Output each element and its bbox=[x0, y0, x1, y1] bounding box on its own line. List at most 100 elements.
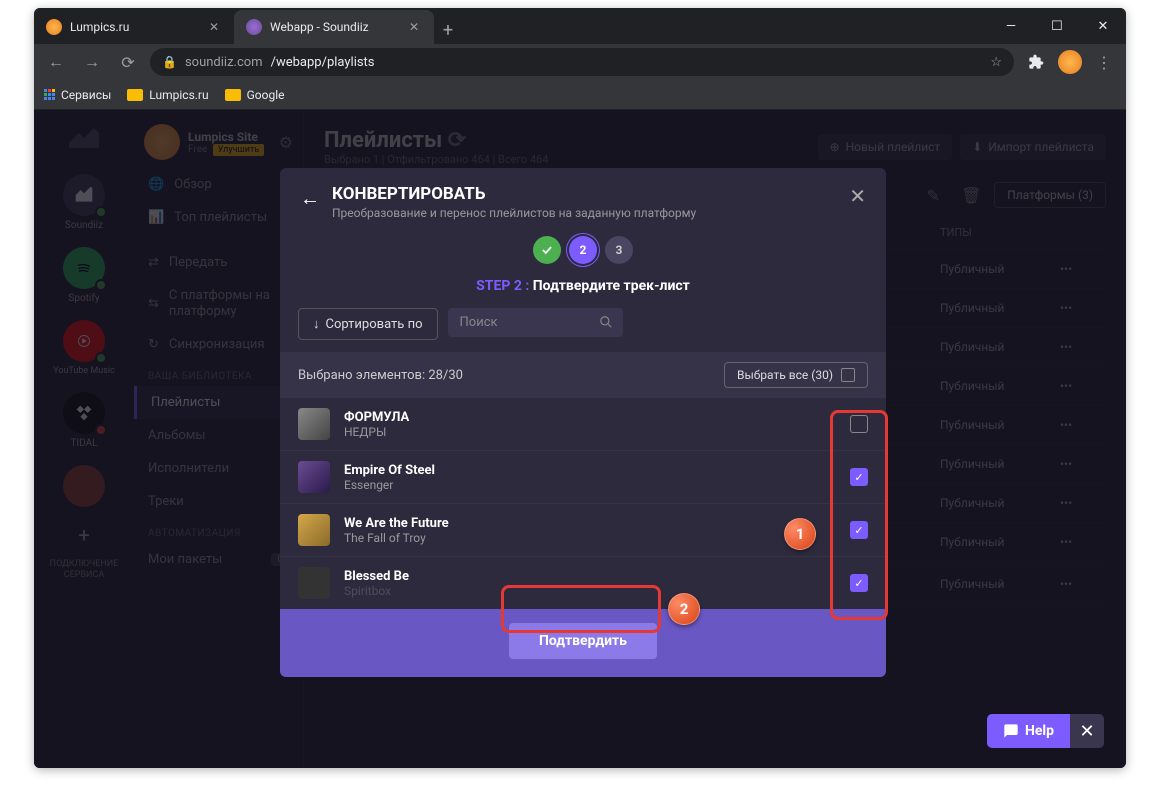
more-icon[interactable]: ••• bbox=[1060, 577, 1100, 591]
help-close-button[interactable]: ✕ bbox=[1070, 714, 1104, 748]
more-icon[interactable]: ••• bbox=[1060, 379, 1100, 393]
type-cell: Публичный bbox=[940, 457, 1060, 471]
type-cell: Публичный bbox=[940, 496, 1060, 510]
sidebar-platform-to-platform[interactable]: ⇆С платформы на платформу bbox=[134, 279, 303, 328]
menu-icon[interactable]: ⋮ bbox=[1090, 48, 1118, 76]
select-all-button[interactable]: Выбрать все (30) bbox=[724, 362, 868, 388]
platforms-filter[interactable]: Платформы (3) bbox=[994, 182, 1106, 208]
track-row[interactable]: Empire Of Steel Essenger ✓ bbox=[280, 451, 886, 504]
maximize-button[interactable]: ☐ bbox=[1034, 8, 1080, 44]
bookmark-google[interactable]: Google bbox=[225, 88, 285, 102]
rail-spotify[interactable]: Spotify bbox=[34, 241, 134, 310]
sidebar-top-playlists[interactable]: 📊Топ плейлисты bbox=[134, 201, 303, 234]
track-artwork bbox=[298, 461, 330, 493]
track-checkbox[interactable]: ✓ bbox=[850, 574, 868, 592]
track-title: Empire Of Steel bbox=[344, 463, 850, 478]
rail-soundiiz[interactable]: Soundiiz bbox=[34, 168, 134, 237]
soundiiz-icon bbox=[63, 174, 105, 216]
type-cell: Публичный bbox=[940, 577, 1060, 591]
service-icon bbox=[63, 465, 105, 507]
step-1-done bbox=[533, 236, 561, 264]
sidebar-label: Обзор bbox=[174, 177, 211, 192]
more-icon[interactable]: ••• bbox=[1060, 418, 1100, 432]
more-icon[interactable]: ••• bbox=[1060, 496, 1100, 510]
folder-icon bbox=[127, 89, 143, 101]
profile-avatar[interactable] bbox=[1058, 50, 1082, 74]
more-icon[interactable]: ••• bbox=[1060, 535, 1100, 549]
track-artist: Essenger bbox=[344, 478, 850, 492]
sidebar-albums[interactable]: Альбомы bbox=[134, 419, 303, 452]
globe-icon: 🌐 bbox=[148, 177, 164, 192]
rail-youtube-music[interactable]: YouTube Music bbox=[34, 314, 134, 382]
close-icon[interactable]: ✕ bbox=[406, 19, 422, 35]
edit-icon[interactable]: ✎ bbox=[918, 180, 948, 210]
forward-button[interactable]: → bbox=[78, 48, 106, 76]
more-icon[interactable]: ••• bbox=[1060, 340, 1100, 354]
sidebar-tracks[interactable]: Треки bbox=[134, 485, 303, 518]
browser-window: Lumpics.ru ✕ Webapp - Soundiiz ✕ + ― ☐ ✕… bbox=[34, 8, 1126, 768]
tab-soundiiz[interactable]: Webapp - Soundiiz ✕ bbox=[234, 10, 434, 44]
minimize-button[interactable]: ― bbox=[988, 8, 1034, 44]
step-3-pending: 3 bbox=[605, 236, 633, 264]
status-badge bbox=[95, 206, 107, 218]
tab-lumpics[interactable]: Lumpics.ru ✕ bbox=[34, 10, 234, 44]
sidebar-batches[interactable]: Мои пакеты0 bbox=[134, 543, 303, 576]
track-checkbox[interactable]: ✓ bbox=[850, 468, 868, 486]
sidebar-playlists[interactable]: Плейлисты bbox=[134, 386, 303, 419]
gear-icon[interactable]: ⚙ bbox=[279, 133, 293, 152]
sidebar-sync[interactable]: ↻Синхронизация bbox=[134, 328, 303, 361]
sidebar-label: Передать bbox=[169, 255, 228, 270]
sidebar-overview[interactable]: 🌐 Обзор bbox=[134, 168, 303, 201]
reload-button[interactable]: ⟳ bbox=[114, 48, 142, 76]
rail-tidal[interactable]: TIDAL bbox=[34, 386, 134, 455]
new-tab-button[interactable]: + bbox=[434, 16, 462, 44]
bookmark-apps[interactable]: Сервисы bbox=[44, 88, 111, 102]
close-window-button[interactable]: ✕ bbox=[1080, 8, 1126, 44]
track-artist: Spiritbox bbox=[344, 584, 850, 598]
soundiiz-app: Soundiiz Spotify YouTube Music bbox=[34, 110, 1126, 768]
help-button[interactable]: Help bbox=[987, 714, 1070, 748]
star-icon[interactable]: ☆ bbox=[990, 55, 1002, 70]
new-playlist-button[interactable]: ⊕Новый плейлист bbox=[818, 134, 953, 160]
app-logo[interactable] bbox=[64, 118, 104, 158]
upgrade-button[interactable]: Улучшить bbox=[213, 144, 264, 156]
search-input[interactable] bbox=[448, 308, 623, 337]
track-artwork bbox=[298, 567, 330, 599]
tidal-icon bbox=[63, 392, 105, 434]
track-row[interactable]: Blessed Be Spiritbox ✓ bbox=[280, 557, 886, 609]
help-widget: Help ✕ bbox=[987, 714, 1104, 748]
address-bar[interactable]: 🔒 soundiiz.com/webapp/playlists ☆ bbox=[150, 48, 1014, 76]
selection-bar: Выбрано элементов: 28/30 Выбрать все (30… bbox=[280, 352, 886, 398]
track-checkbox[interactable]: ✓ bbox=[850, 521, 868, 539]
back-button[interactable]: ← bbox=[42, 48, 70, 76]
sidebar-artists[interactable]: Исполнители bbox=[134, 452, 303, 485]
track-row[interactable]: ФОРМУЛА НЕДРЫ bbox=[280, 398, 886, 451]
more-icon[interactable]: ••• bbox=[1060, 262, 1100, 276]
more-icon[interactable]: ••• bbox=[1060, 301, 1100, 315]
more-icon[interactable]: ••• bbox=[1060, 457, 1100, 471]
trash-icon[interactable]: 🗑 bbox=[956, 180, 986, 210]
confirm-button[interactable]: Подтвердить bbox=[509, 623, 657, 659]
button-label: Новый плейлист bbox=[846, 140, 941, 154]
import-playlist-button[interactable]: ⬇Импорт плейлиста bbox=[960, 134, 1106, 160]
youtube-music-icon bbox=[63, 320, 105, 362]
close-icon[interactable]: ✕ bbox=[206, 19, 222, 35]
sort-button[interactable]: ↓Сортировать по bbox=[298, 308, 438, 340]
status-badge bbox=[95, 352, 107, 364]
step-2-active: 2 bbox=[569, 236, 597, 264]
add-service-button[interactable]: + bbox=[66, 517, 102, 553]
extensions-icon[interactable] bbox=[1022, 48, 1050, 76]
url-path: /webapp/playlists bbox=[271, 55, 375, 70]
search-icon bbox=[599, 315, 613, 329]
bookmark-lumpics[interactable]: Lumpics.ru bbox=[127, 88, 208, 102]
track-checkbox[interactable] bbox=[850, 415, 868, 433]
sidebar-section-library: ВАША БИБЛИОТЕКА bbox=[134, 361, 303, 386]
back-arrow-icon[interactable]: ← bbox=[300, 186, 320, 211]
user-avatar[interactable] bbox=[144, 124, 180, 160]
sidebar-label: Альбомы bbox=[148, 428, 206, 443]
add-service-label: ПОДКЛЮЧЕНИЕ СЕРВИСА bbox=[50, 559, 119, 581]
titlebar: Lumpics.ru ✕ Webapp - Soundiiz ✕ + ― ☐ ✕ bbox=[34, 8, 1126, 44]
sidebar-transfer[interactable]: ⇄Передать bbox=[134, 246, 303, 279]
close-icon[interactable]: ✕ bbox=[849, 184, 866, 208]
rail-item-extra[interactable] bbox=[34, 459, 134, 513]
